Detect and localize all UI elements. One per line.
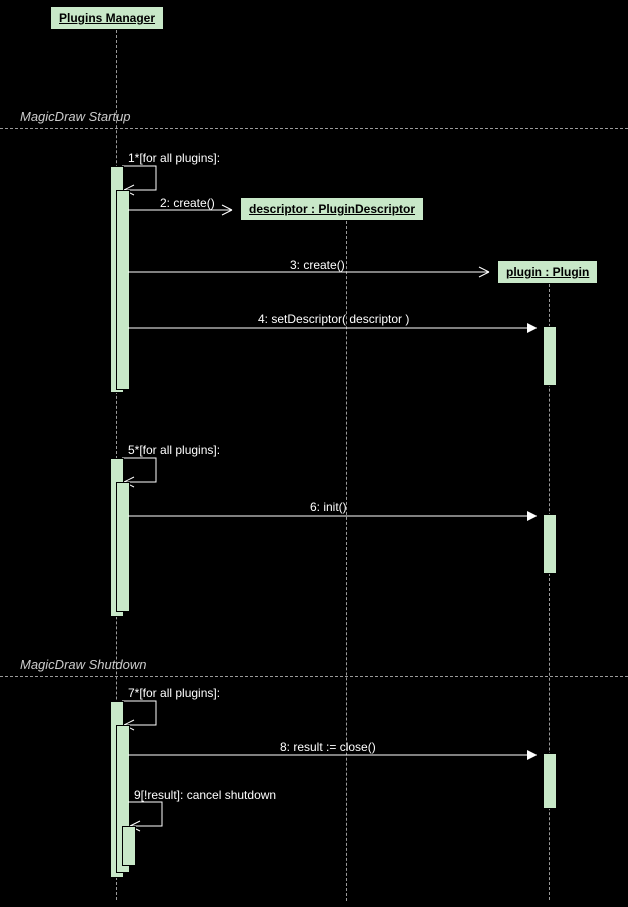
fragment-startup-label: MagicDraw Startup <box>20 109 131 124</box>
msg-5-label: 5*[for all plugins]: <box>128 443 220 457</box>
activation-plugin-2 <box>543 514 557 574</box>
msg-3-arrow <box>128 270 497 280</box>
fragment-startup-line <box>0 128 628 129</box>
lifeline-plugins-manager: Plugins Manager <box>50 6 164 30</box>
msg-6-label: 6: init() <box>310 500 347 514</box>
activation-manager-3c <box>122 826 136 866</box>
msg-8-label: 8: result := close() <box>280 740 376 754</box>
msg-6-arrow <box>128 514 545 524</box>
lifeline-plugin: plugin : Plugin <box>497 260 598 284</box>
msg-1-label: 1*[for all plugins]: <box>128 151 220 165</box>
msg-9-label: 9[!result]: cancel shutdown <box>134 788 276 802</box>
msg-4-arrow <box>128 326 545 336</box>
activation-manager-1b <box>116 190 130 390</box>
fragment-shutdown-label: MagicDraw Shutdown <box>20 657 146 672</box>
activation-manager-2b <box>116 482 130 612</box>
msg-2-arrow <box>128 208 240 218</box>
activation-plugin-1 <box>543 326 557 386</box>
activation-plugin-3 <box>543 753 557 809</box>
fragment-shutdown-line <box>0 676 628 677</box>
msg-7-label: 7*[for all plugins]: <box>128 686 220 700</box>
lifeline-descriptor: descriptor : PluginDescriptor <box>240 197 424 221</box>
msg-8-arrow <box>128 753 545 763</box>
msg-4-label: 4: setDescriptor( descriptor ) <box>258 312 409 326</box>
